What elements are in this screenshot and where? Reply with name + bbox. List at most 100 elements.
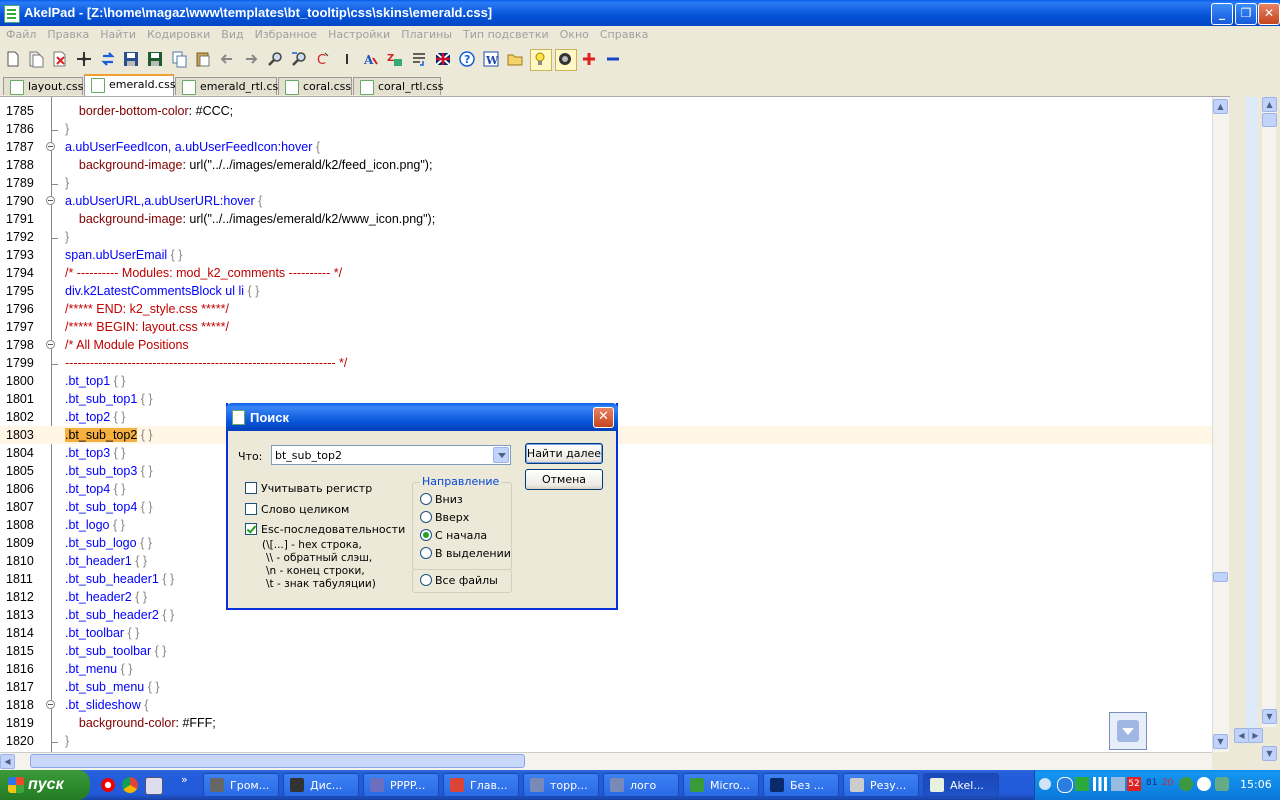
find-next-button[interactable]: Найти далее: [525, 443, 603, 464]
close-button[interactable]: ✕: [1258, 3, 1280, 25]
side-scrollbar[interactable]: ▲ ▼: [1262, 97, 1277, 727]
tray-counter-red[interactable]: 52: [1127, 777, 1141, 791]
find-dialog-titlebar[interactable]: Поиск ✕: [226, 403, 618, 431]
goto-line-icon[interactable]: [338, 50, 356, 68]
quick-launch-expand-icon[interactable]: »: [181, 773, 188, 786]
word-wrap-icon[interactable]: [410, 50, 428, 68]
side-scroll-up-arrow-icon[interactable]: ▲: [1262, 97, 1277, 112]
copy-icon[interactable]: [170, 50, 188, 68]
menu-item[interactable]: Окно: [560, 26, 589, 41]
replace-icon[interactable]: C: [314, 50, 332, 68]
taskbar-task[interactable]: PPPP...: [363, 773, 439, 797]
tray-signal-icon[interactable]: [1093, 777, 1107, 791]
help-icon[interactable]: ?: [458, 50, 476, 68]
code-line[interactable]: 1817 .bt_sub_menu { }: [0, 678, 1212, 696]
scroll-to-bottom-icon[interactable]: [1109, 712, 1147, 750]
taskbar-task[interactable]: Micro...: [683, 773, 759, 797]
minus-icon[interactable]: [604, 50, 622, 68]
menu-item[interactable]: Файл: [6, 26, 36, 41]
chrome-icon[interactable]: [122, 777, 138, 793]
code-line[interactable]: 1786}: [0, 120, 1212, 138]
opera-icon[interactable]: [100, 777, 116, 793]
minimap-strip[interactable]: [1246, 97, 1258, 742]
minimize-button[interactable]: _: [1211, 3, 1233, 25]
save-all-icon[interactable]: [146, 50, 164, 68]
speaker-icon[interactable]: [555, 49, 577, 71]
open-file-icon[interactable]: [27, 50, 45, 68]
redo-icon[interactable]: [242, 50, 260, 68]
taskbar-task[interactable]: лого: [603, 773, 679, 797]
show-desktop-icon[interactable]: [145, 777, 163, 795]
tab-coral-css[interactable]: coral.css: [278, 77, 352, 95]
fold-toggle-icon[interactable]: [46, 196, 55, 205]
menu-item[interactable]: Правка: [47, 26, 89, 41]
code-line[interactable]: 1800 .bt_top1 { }: [0, 372, 1212, 390]
menu-item[interactable]: Справка: [600, 26, 648, 41]
tray-utorrent-icon[interactable]: [1179, 777, 1193, 791]
menu-item[interactable]: Избранное: [255, 26, 317, 41]
tray-volume-icon[interactable]: [1215, 777, 1229, 791]
code-line[interactable]: 1815 .bt_sub_toolbar { }: [0, 642, 1212, 660]
tray-headset-icon[interactable]: [1197, 777, 1211, 791]
side-scroll-left-arrow-icon[interactable]: ◀: [1234, 728, 1249, 743]
tab-emerald-rtl-css[interactable]: emerald_rtl.css: [175, 77, 284, 95]
code-line[interactable]: 1790 a.ubUserURL,a.ubUserURL:hover {: [0, 192, 1212, 210]
taskbar-task[interactable]: Гром...: [203, 773, 279, 797]
menu-item[interactable]: Тип подсветки: [463, 26, 549, 41]
fold-toggle-icon[interactable]: [46, 700, 55, 709]
code-line[interactable]: 1814 .bt_toolbar { }: [0, 624, 1212, 642]
save-icon[interactable]: [122, 50, 140, 68]
horizontal-scroll-thumb[interactable]: [30, 754, 525, 768]
maximize-button[interactable]: ❐: [1235, 3, 1257, 25]
direction-down-radio[interactable]: [420, 493, 432, 505]
vertical-scrollbar[interactable]: ▲ ▼: [1212, 97, 1229, 752]
side-scroll-down-arrow-icon[interactable]: ▼: [1262, 709, 1277, 724]
folder-icon[interactable]: [506, 50, 524, 68]
code-line[interactable]: 1799 ------------------------------------…: [0, 354, 1212, 372]
menu-item[interactable]: Плагины: [401, 26, 452, 41]
find-icon[interactable]: [266, 50, 284, 68]
scroll-up-arrow-icon[interactable]: ▲: [1213, 99, 1228, 114]
tray-counter-blue[interactable]: 81: [1146, 778, 1157, 788]
scroll-down-arrow-icon[interactable]: ▼: [1213, 734, 1228, 749]
tray-check-icon[interactable]: [1075, 777, 1089, 791]
move-icon[interactable]: [75, 50, 93, 68]
lightbulb-icon[interactable]: [530, 49, 552, 71]
taskbar-task[interactable]: Без ...: [763, 773, 839, 797]
all-files-radio[interactable]: [420, 574, 432, 586]
code-line[interactable]: 1793 span.ubUserEmail { }: [0, 246, 1212, 264]
code-line[interactable]: 1796 /***** END: k2_style.css *****/: [0, 300, 1212, 318]
tray-counter-red2[interactable]: 20: [1162, 778, 1173, 788]
word-icon[interactable]: W: [482, 50, 500, 68]
clock[interactable]: 15:06: [1240, 778, 1272, 791]
tray-network-icon[interactable]: [1111, 777, 1125, 791]
language-flag-icon[interactable]: [434, 50, 452, 68]
code-line[interactable]: 1819 background-color: #FFF;: [0, 714, 1212, 732]
menu-item[interactable]: Вид: [221, 26, 243, 41]
start-button[interactable]: пуск: [0, 770, 90, 800]
code-line[interactable]: 1794 /* ---------- Modules: mod_k2_commen…: [0, 264, 1212, 282]
side-scroll-right-arrow-icon[interactable]: ▶: [1248, 728, 1263, 743]
font-icon[interactable]: A: [362, 50, 380, 68]
code-line[interactable]: 1797 /***** BEGIN: layout.css *****/: [0, 318, 1212, 336]
code-line[interactable]: 1792}: [0, 228, 1212, 246]
horizontal-scrollbar[interactable]: ◀: [0, 752, 1212, 770]
esc-sequences-checkbox[interactable]: [245, 523, 257, 535]
search-input[interactable]: bt_sub_top2: [271, 445, 511, 465]
undo-icon[interactable]: [218, 50, 236, 68]
tab-coral-rtl-css[interactable]: coral_rtl.css: [353, 77, 444, 95]
code-line[interactable]: 1798 /* All Module Positions: [0, 336, 1212, 354]
code-line[interactable]: 1795 div.k2LatestCommentsBlock ul li { }: [0, 282, 1212, 300]
code-line[interactable]: 1785 border-bottom-color: #CCC;: [0, 102, 1212, 120]
taskbar-task[interactable]: Akel...: [923, 773, 999, 797]
side-scroll-end-arrow-icon[interactable]: ▼: [1262, 746, 1277, 761]
taskbar-task[interactable]: Дис...: [283, 773, 359, 797]
fold-toggle-icon[interactable]: [46, 340, 55, 349]
color-icon[interactable]: Z: [386, 50, 404, 68]
code-line[interactable]: 1791 background-image: url("../../images…: [0, 210, 1212, 228]
direction-begin-radio[interactable]: [420, 529, 432, 541]
new-file-icon[interactable]: [4, 50, 22, 68]
side-scroll-thumb[interactable]: [1262, 113, 1277, 127]
taskbar-task[interactable]: Резу...: [843, 773, 919, 797]
code-line[interactable]: 1789}: [0, 174, 1212, 192]
